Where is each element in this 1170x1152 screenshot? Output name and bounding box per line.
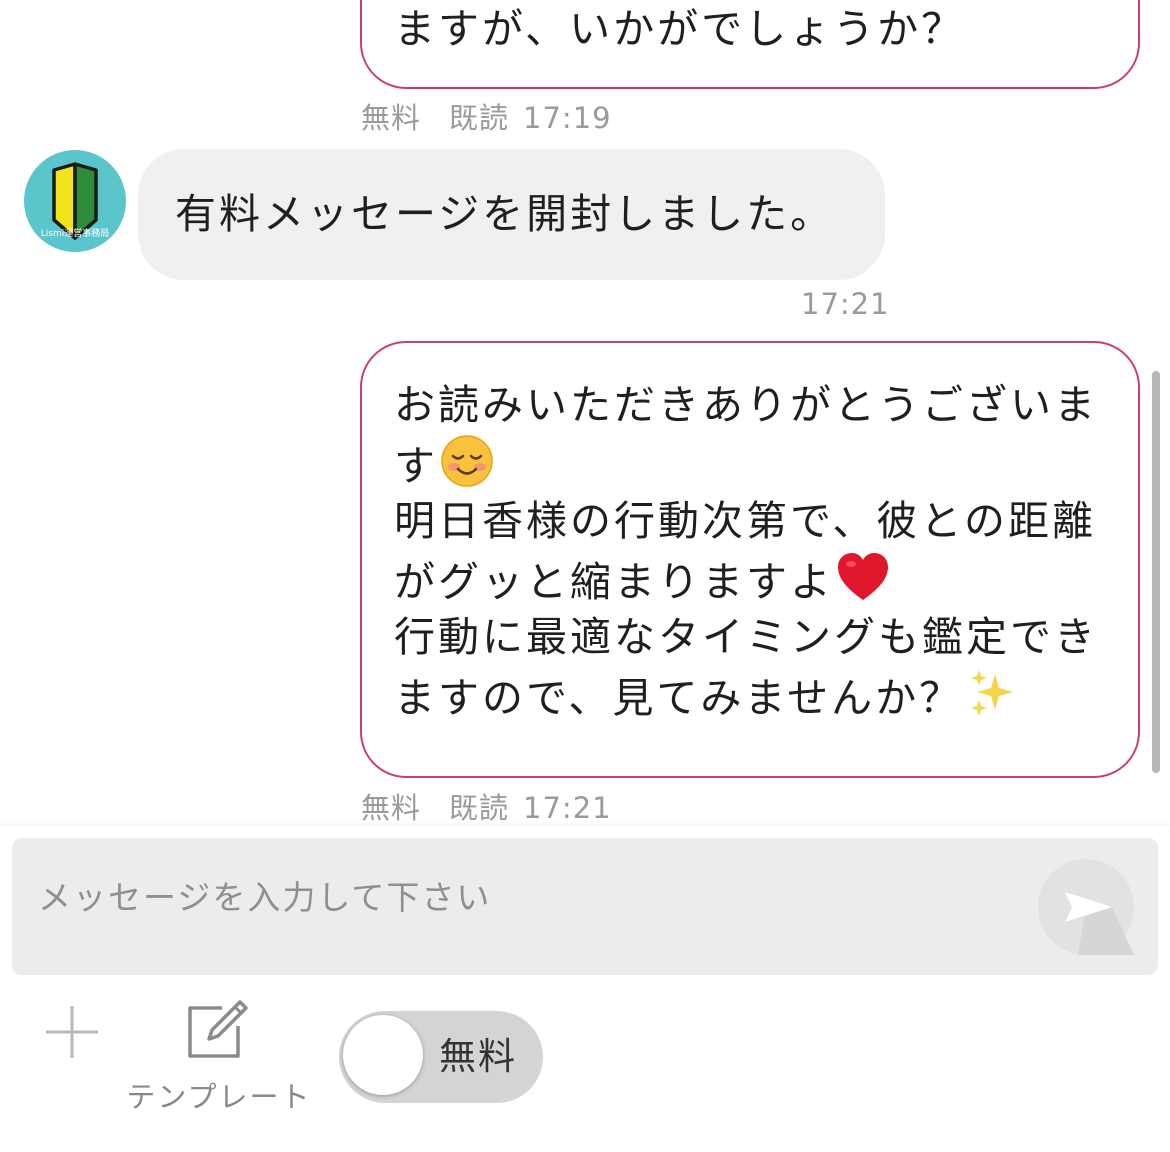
price-toggle-label: 無料 bbox=[439, 1035, 517, 1078]
message-time: 17:21 bbox=[523, 791, 612, 825]
sparkles-emoji bbox=[965, 666, 1019, 735]
message-line: す bbox=[394, 434, 1118, 492]
message-time: 17:21 bbox=[801, 287, 890, 321]
read-status: 既読 bbox=[449, 101, 510, 135]
message-meta: 17:21 bbox=[801, 287, 890, 321]
message-meta: 無料 既読 17:21 bbox=[361, 785, 612, 826]
chat-message-list[interactable]: ますが、いかがでしょうか？ 無料 既読 17:19 Lismi運営事務局 有料メッセ… bbox=[0, 0, 1170, 826]
incoming-message-bubble[interactable]: 有料メッセージを開封しました。 bbox=[138, 149, 885, 280]
message-input[interactable] bbox=[36, 866, 1020, 928]
outgoing-message-bubble[interactable]: ますが、いかがでしょうか？ bbox=[360, 0, 1140, 89]
template-label: テンプレート bbox=[126, 1080, 312, 1114]
price-label: 無料 bbox=[361, 791, 422, 825]
message-line: 明日香様の行動次第で、彼との距離 bbox=[394, 497, 1096, 545]
message-line-text: ますので、見てみませんか？ bbox=[394, 674, 964, 722]
message-line-text: がグッと縮まりますよ bbox=[394, 558, 834, 606]
add-attachment-button[interactable] bbox=[44, 1004, 100, 1060]
plus-icon bbox=[46, 1006, 98, 1058]
read-status: 既読 bbox=[449, 791, 510, 825]
sender-avatar[interactable]: Lismi運営事務局 bbox=[24, 150, 126, 252]
scrollbar[interactable] bbox=[1152, 371, 1160, 773]
outgoing-message-bubble[interactable]: お読みいただきありがとうございま す 明日香様の行動次第で、彼との距離 がグッと… bbox=[360, 341, 1140, 778]
message-text: ますが、いかがでしょうか？ bbox=[394, 5, 966, 53]
price-label: 無料 bbox=[361, 101, 422, 135]
message-line: 行動に最適なタイミングも鑑定でき bbox=[394, 613, 1098, 661]
message-input-box bbox=[12, 838, 1158, 975]
send-icon bbox=[1065, 892, 1134, 955]
message-line: ますので、見てみませんか？ bbox=[394, 666, 1118, 724]
message-text: 有料メッセージを開封しました。 bbox=[175, 190, 835, 238]
message-line: お読みいただきありがとうございま bbox=[394, 381, 1098, 429]
message-line: がグッと縮まりますよ bbox=[394, 550, 1118, 608]
toggle-knob bbox=[343, 1015, 423, 1095]
message-line-text: す bbox=[394, 442, 438, 490]
template-button[interactable]: テンプレート bbox=[124, 998, 314, 1118]
message-meta: 無料 既読 17:19 bbox=[361, 95, 612, 137]
message-time: 17:19 bbox=[523, 101, 612, 135]
edit-icon bbox=[188, 1000, 248, 1058]
send-button[interactable] bbox=[1038, 859, 1134, 955]
message-composer: テンプレート 無料 bbox=[0, 826, 1170, 1152]
price-toggle[interactable]: 無料 bbox=[339, 1011, 543, 1103]
avatar-caption: Lismi運営事務局 bbox=[40, 229, 110, 239]
